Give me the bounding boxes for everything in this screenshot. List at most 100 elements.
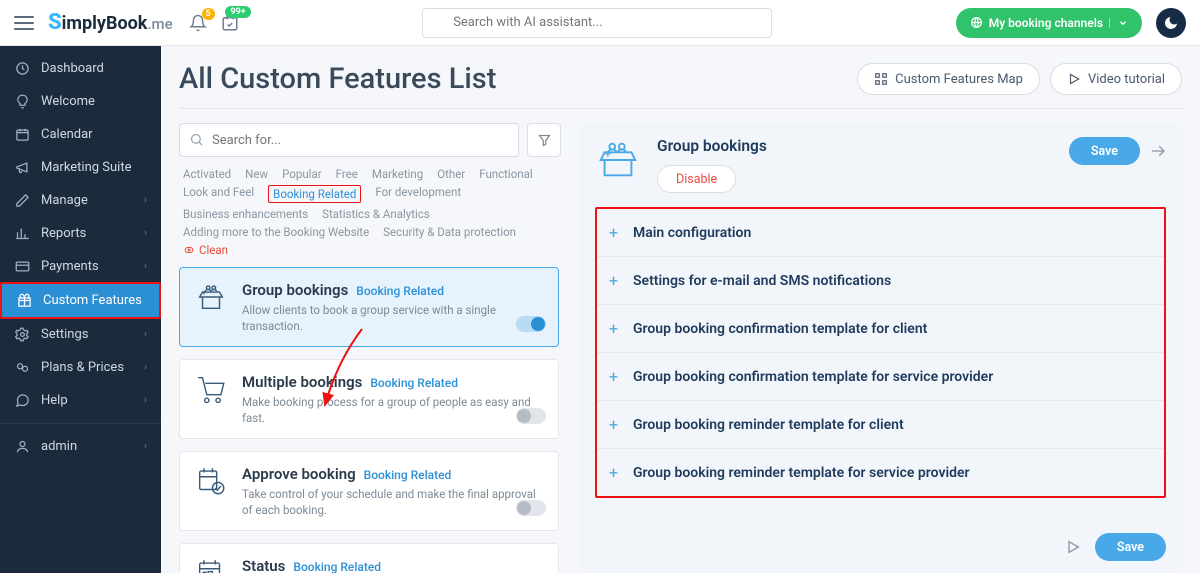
sidebar-item-settings[interactable]: Settings › bbox=[0, 318, 161, 351]
sidebar-item-calendar[interactable]: Calendar bbox=[0, 118, 161, 151]
channels-label: My booking channels bbox=[989, 16, 1103, 30]
sidebar-item-dashboard[interactable]: Dashboard bbox=[0, 52, 161, 85]
feature-description: Take control of your schedule and make t… bbox=[242, 487, 544, 518]
feature-toggle[interactable] bbox=[516, 408, 546, 424]
chevron-down-icon bbox=[1109, 18, 1128, 28]
filter-tag[interactable]: Free bbox=[336, 167, 358, 181]
group-icon: + bbox=[194, 280, 228, 314]
custom-features-map-button[interactable]: Custom Features Map bbox=[857, 63, 1040, 95]
filter-tag[interactable]: Business enhancements bbox=[183, 207, 308, 221]
filter-tag-selected[interactable]: Booking Related bbox=[268, 185, 361, 203]
filter-tag[interactable]: Popular bbox=[282, 167, 322, 181]
sidebar-item-custom-features[interactable]: Custom Features bbox=[2, 284, 159, 317]
panel-title: Group bookings bbox=[657, 137, 1051, 155]
filter-tag[interactable]: Statistics & Analytics bbox=[322, 207, 430, 221]
filter-tag[interactable]: Activated bbox=[183, 167, 231, 181]
sidebar-item-welcome[interactable]: Welcome bbox=[0, 85, 161, 118]
features-column: Activated New Popular Free Marketing Other Fun… bbox=[179, 123, 561, 573]
section-label: Main configuration bbox=[633, 225, 751, 241]
config-section[interactable]: + Settings for e-mail and SMS notificatio… bbox=[597, 256, 1164, 304]
feature-toggle[interactable] bbox=[516, 316, 546, 332]
expand-icon: + bbox=[609, 271, 623, 290]
chevron-right-icon: › bbox=[144, 329, 147, 340]
sidebar-item-reports[interactable]: Reports› bbox=[0, 217, 161, 250]
tasks-badge: 99+ bbox=[225, 6, 250, 18]
sidebar-item-payments[interactable]: Payments› bbox=[0, 250, 161, 283]
chevron-right-icon: › bbox=[144, 195, 147, 206]
save-button-top[interactable]: Save bbox=[1069, 137, 1140, 165]
feature-card[interactable]: Approve bookingBooking RelatedTake contr… bbox=[179, 451, 559, 531]
feature-search-input[interactable] bbox=[179, 123, 519, 157]
filter-tag[interactable]: For development bbox=[375, 185, 461, 203]
sidebar-item-manage[interactable]: Manage› bbox=[0, 184, 161, 217]
sidebar-item-label: Settings bbox=[41, 327, 88, 342]
cart-icon bbox=[194, 372, 228, 406]
section-label: Settings for e-mail and SMS notification… bbox=[633, 273, 891, 289]
feature-search bbox=[179, 123, 519, 157]
filter-tag[interactable]: Security & Data protection bbox=[383, 225, 516, 239]
feature-toggle[interactable] bbox=[516, 500, 546, 516]
sidebar-item-label: Marketing Suite bbox=[41, 160, 132, 175]
expand-icon: + bbox=[609, 415, 623, 434]
notification-badge: 5 bbox=[202, 8, 215, 20]
feature-detail-panel: + Group bookings Disable Save +Main conf… bbox=[579, 123, 1182, 573]
global-search-input[interactable] bbox=[422, 8, 772, 38]
config-section[interactable]: +Group booking reminder template for ser… bbox=[597, 448, 1164, 496]
filter-tag[interactable]: New bbox=[245, 167, 268, 181]
section-label: Group booking reminder template for serv… bbox=[633, 465, 970, 481]
sidebar-item-plans-prices[interactable]: Plans & Prices› bbox=[0, 351, 161, 384]
gear-icon bbox=[14, 327, 30, 342]
config-sections: +Main configuration+Settings for e-mail … bbox=[595, 207, 1166, 498]
feature-title: Status bbox=[242, 557, 285, 573]
chevron-right-icon: › bbox=[144, 441, 147, 452]
gift-icon bbox=[16, 293, 32, 308]
hamburger-menu-icon[interactable] bbox=[14, 16, 34, 30]
dark-mode-toggle[interactable] bbox=[1156, 8, 1186, 38]
config-section[interactable]: +Group booking reminder template for cli… bbox=[597, 400, 1164, 448]
filter-clean[interactable]: Clean bbox=[183, 243, 228, 257]
filter-tag[interactable]: Other bbox=[437, 167, 465, 181]
feature-tag: Booking Related bbox=[370, 376, 458, 390]
feature-card[interactable]: StatusBooking RelatedColor-code your boo… bbox=[179, 543, 559, 573]
filter-tag[interactable]: Adding more to the Booking Website bbox=[183, 225, 369, 239]
filter-tag[interactable]: Look and Feel bbox=[183, 185, 254, 203]
user-icon bbox=[14, 439, 30, 454]
my-booking-channels-button[interactable]: My booking channels bbox=[956, 8, 1142, 38]
tasks-icon[interactable]: 99+ bbox=[221, 14, 239, 32]
notifications-bell-icon[interactable]: 5 bbox=[189, 14, 207, 32]
feature-card[interactable]: +Group bookingsBooking RelatedAllow clie… bbox=[179, 267, 559, 347]
save-button-bottom[interactable]: Save bbox=[1095, 533, 1166, 561]
feature-tag: Booking Related bbox=[356, 284, 444, 298]
megaphone-icon bbox=[14, 160, 30, 175]
divider bbox=[0, 423, 161, 424]
svg-text:+: + bbox=[605, 147, 612, 161]
video-tutorial-button[interactable]: Video tutorial bbox=[1050, 63, 1182, 95]
config-section[interactable]: +Group booking confirmation template for… bbox=[597, 352, 1164, 400]
filter-icon[interactable] bbox=[527, 123, 561, 157]
feature-description: Make booking process for a group of peop… bbox=[242, 395, 544, 426]
feature-tag: Booking Related bbox=[364, 468, 452, 482]
chevron-right-icon: › bbox=[144, 261, 147, 272]
sidebar-item-label: Reports bbox=[41, 226, 86, 241]
bulb-icon bbox=[14, 94, 30, 109]
filter-tag[interactable]: Marketing bbox=[372, 167, 423, 181]
sidebar-item-help[interactable]: Help› bbox=[0, 384, 161, 417]
play-icon[interactable] bbox=[1065, 539, 1081, 555]
svg-text:+: + bbox=[202, 289, 207, 298]
disable-button[interactable]: Disable bbox=[657, 165, 736, 193]
sidebar-item-marketing-suite[interactable]: Marketing Suite bbox=[0, 151, 161, 184]
sidebar-item-label: Dashboard bbox=[41, 61, 104, 76]
sidebar-item-label: Welcome bbox=[41, 94, 95, 109]
config-section[interactable]: +Group booking confirmation template for… bbox=[597, 304, 1164, 352]
feature-card[interactable]: Multiple bookings Booking Related Make boo… bbox=[179, 359, 559, 439]
chevron-right-icon: › bbox=[144, 395, 147, 406]
expand-icon: + bbox=[609, 319, 623, 338]
config-section[interactable]: +Main configuration bbox=[597, 209, 1164, 256]
logo[interactable]: SimplyBook.me bbox=[48, 10, 173, 35]
page-title: All Custom Features List bbox=[179, 62, 496, 96]
collapse-icon[interactable] bbox=[1150, 143, 1166, 159]
sidebar-item-admin[interactable]: admin› bbox=[0, 430, 161, 463]
feature-title: Multiple bookings bbox=[242, 373, 362, 391]
chart-icon bbox=[14, 226, 30, 241]
filter-tag[interactable]: Functional bbox=[479, 167, 532, 181]
